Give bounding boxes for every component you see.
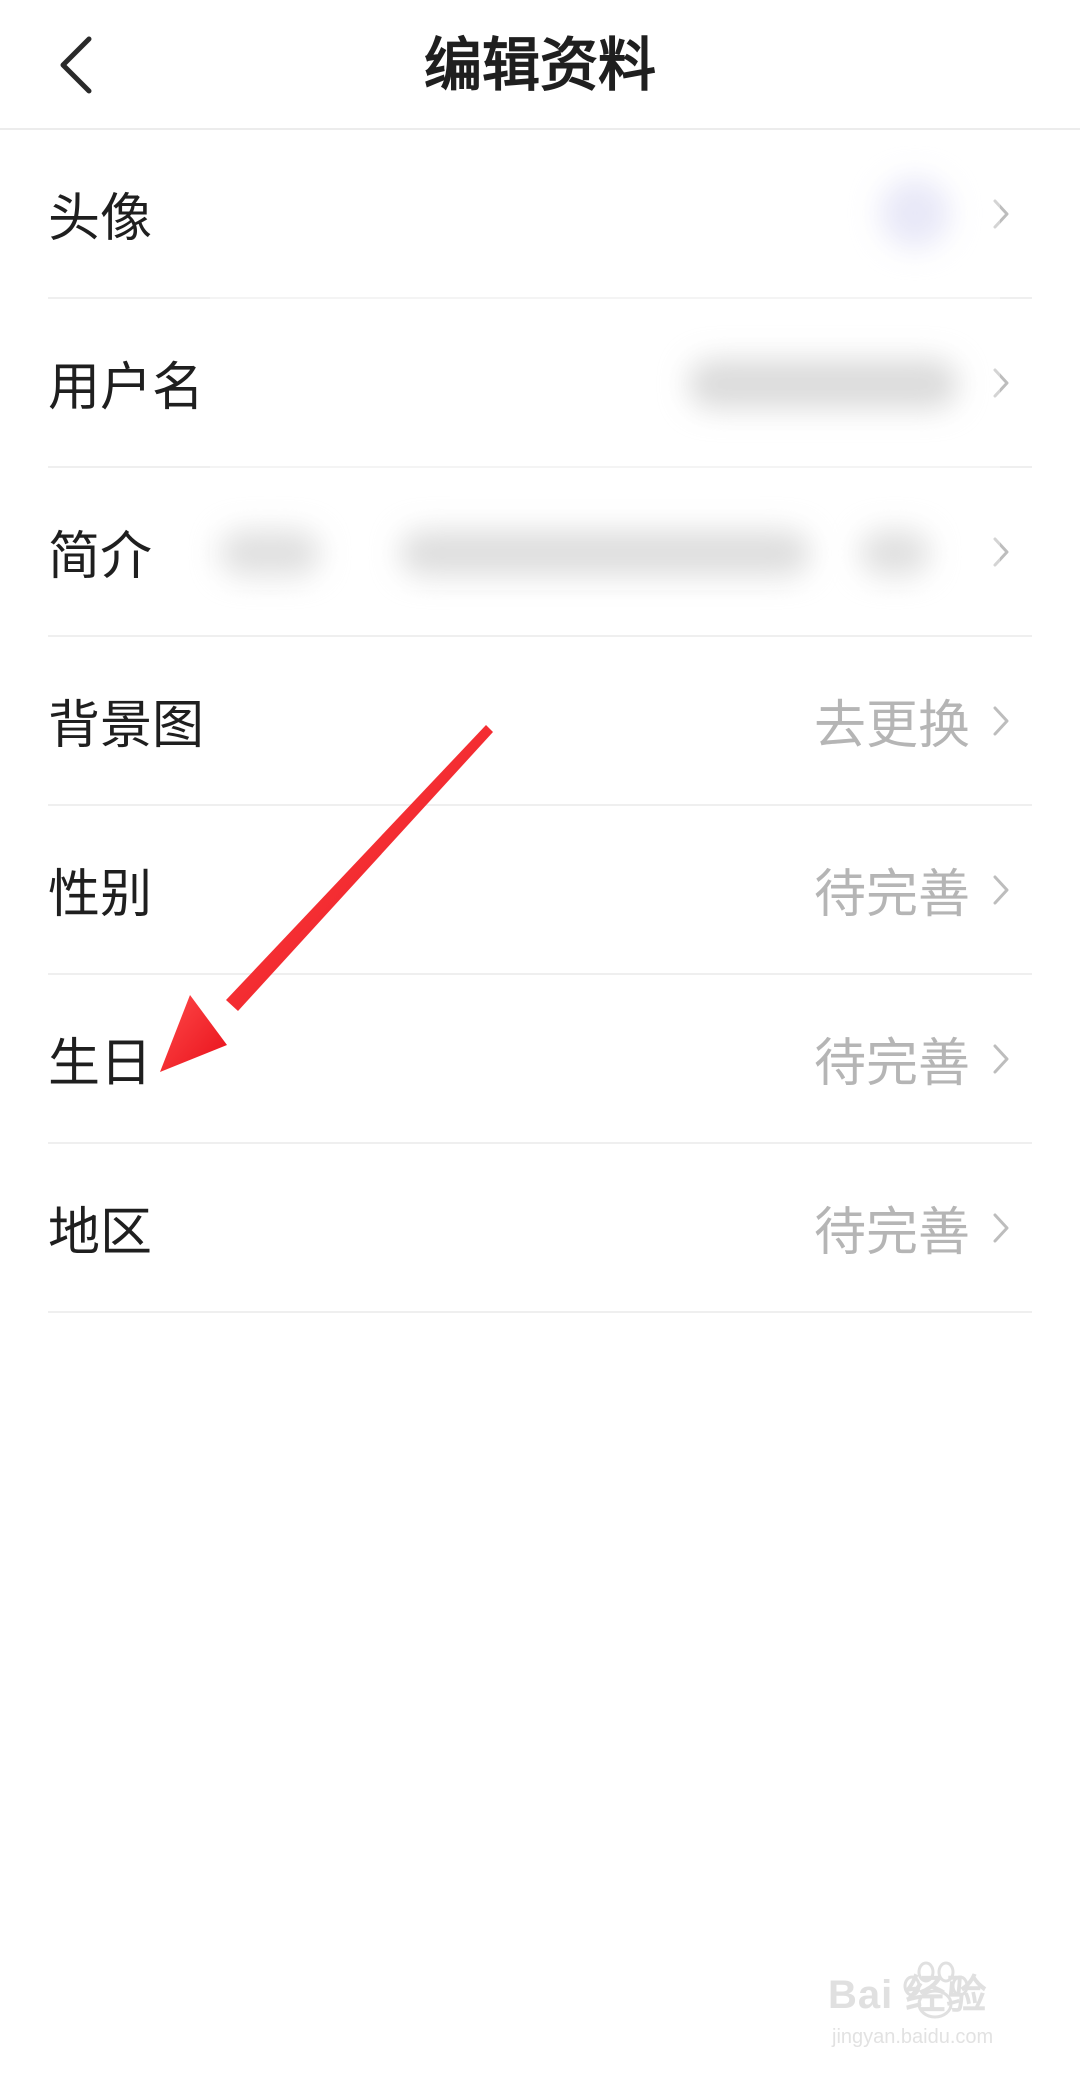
watermark-logo-text: Bai 经验: [828, 1973, 988, 2017]
chevron-right-icon: [993, 706, 1009, 735]
row-label: 简介: [48, 527, 153, 587]
chevron-right-icon: [993, 368, 1009, 397]
row-label: 生日: [48, 1034, 153, 1094]
bio-value-blurred: [220, 530, 320, 576]
row-avatar[interactable]: 头像: [48, 130, 1032, 299]
baidu-jingyan-watermark: Bai 经验 jingyan.baidu.com: [820, 1960, 1060, 2070]
chevron-right-icon: [993, 537, 1009, 566]
watermark-url: jingyan.baidu.com: [832, 2026, 994, 2048]
chevron-right-icon: [993, 1044, 1009, 1073]
row-background-image[interactable]: 背景图 去更换: [48, 637, 1032, 806]
row-region[interactable]: 地区 待完善: [48, 1144, 1032, 1313]
row-label: 背景图: [48, 696, 205, 756]
row-label: 地区: [48, 1203, 153, 1263]
bio-value-blurred: [400, 530, 810, 576]
chevron-right-icon: [993, 199, 1009, 228]
bio-value-blurred: [860, 530, 930, 576]
paw-icon: [903, 1961, 969, 2019]
row-username[interactable]: 用户名: [48, 299, 1032, 468]
row-gender[interactable]: 性别 待完善: [48, 806, 1032, 975]
row-label: 性别: [48, 865, 153, 925]
row-label: 用户名: [48, 358, 205, 418]
row-birthday[interactable]: 生日 待完善: [48, 975, 1032, 1144]
row-value: 待完善: [813, 1034, 970, 1094]
row-label: 头像: [48, 189, 153, 249]
username-value-blurred: [688, 359, 958, 409]
profile-settings-list: 头像 用户名 简介 背景图 去更换 性别 待完善 生日 待完善 地区 待完善: [0, 130, 1080, 1313]
chevron-right-icon: [993, 875, 1009, 904]
row-bio[interactable]: 简介: [48, 468, 1032, 637]
row-value: 待完善: [813, 865, 970, 925]
row-value: 去更换: [813, 696, 970, 756]
row-value: 待完善: [813, 1203, 970, 1263]
top-bar: 编辑资料: [0, 0, 1080, 130]
chevron-right-icon: [993, 1213, 1009, 1242]
page-title: 编辑资料: [423, 31, 656, 99]
avatar: [880, 178, 950, 248]
